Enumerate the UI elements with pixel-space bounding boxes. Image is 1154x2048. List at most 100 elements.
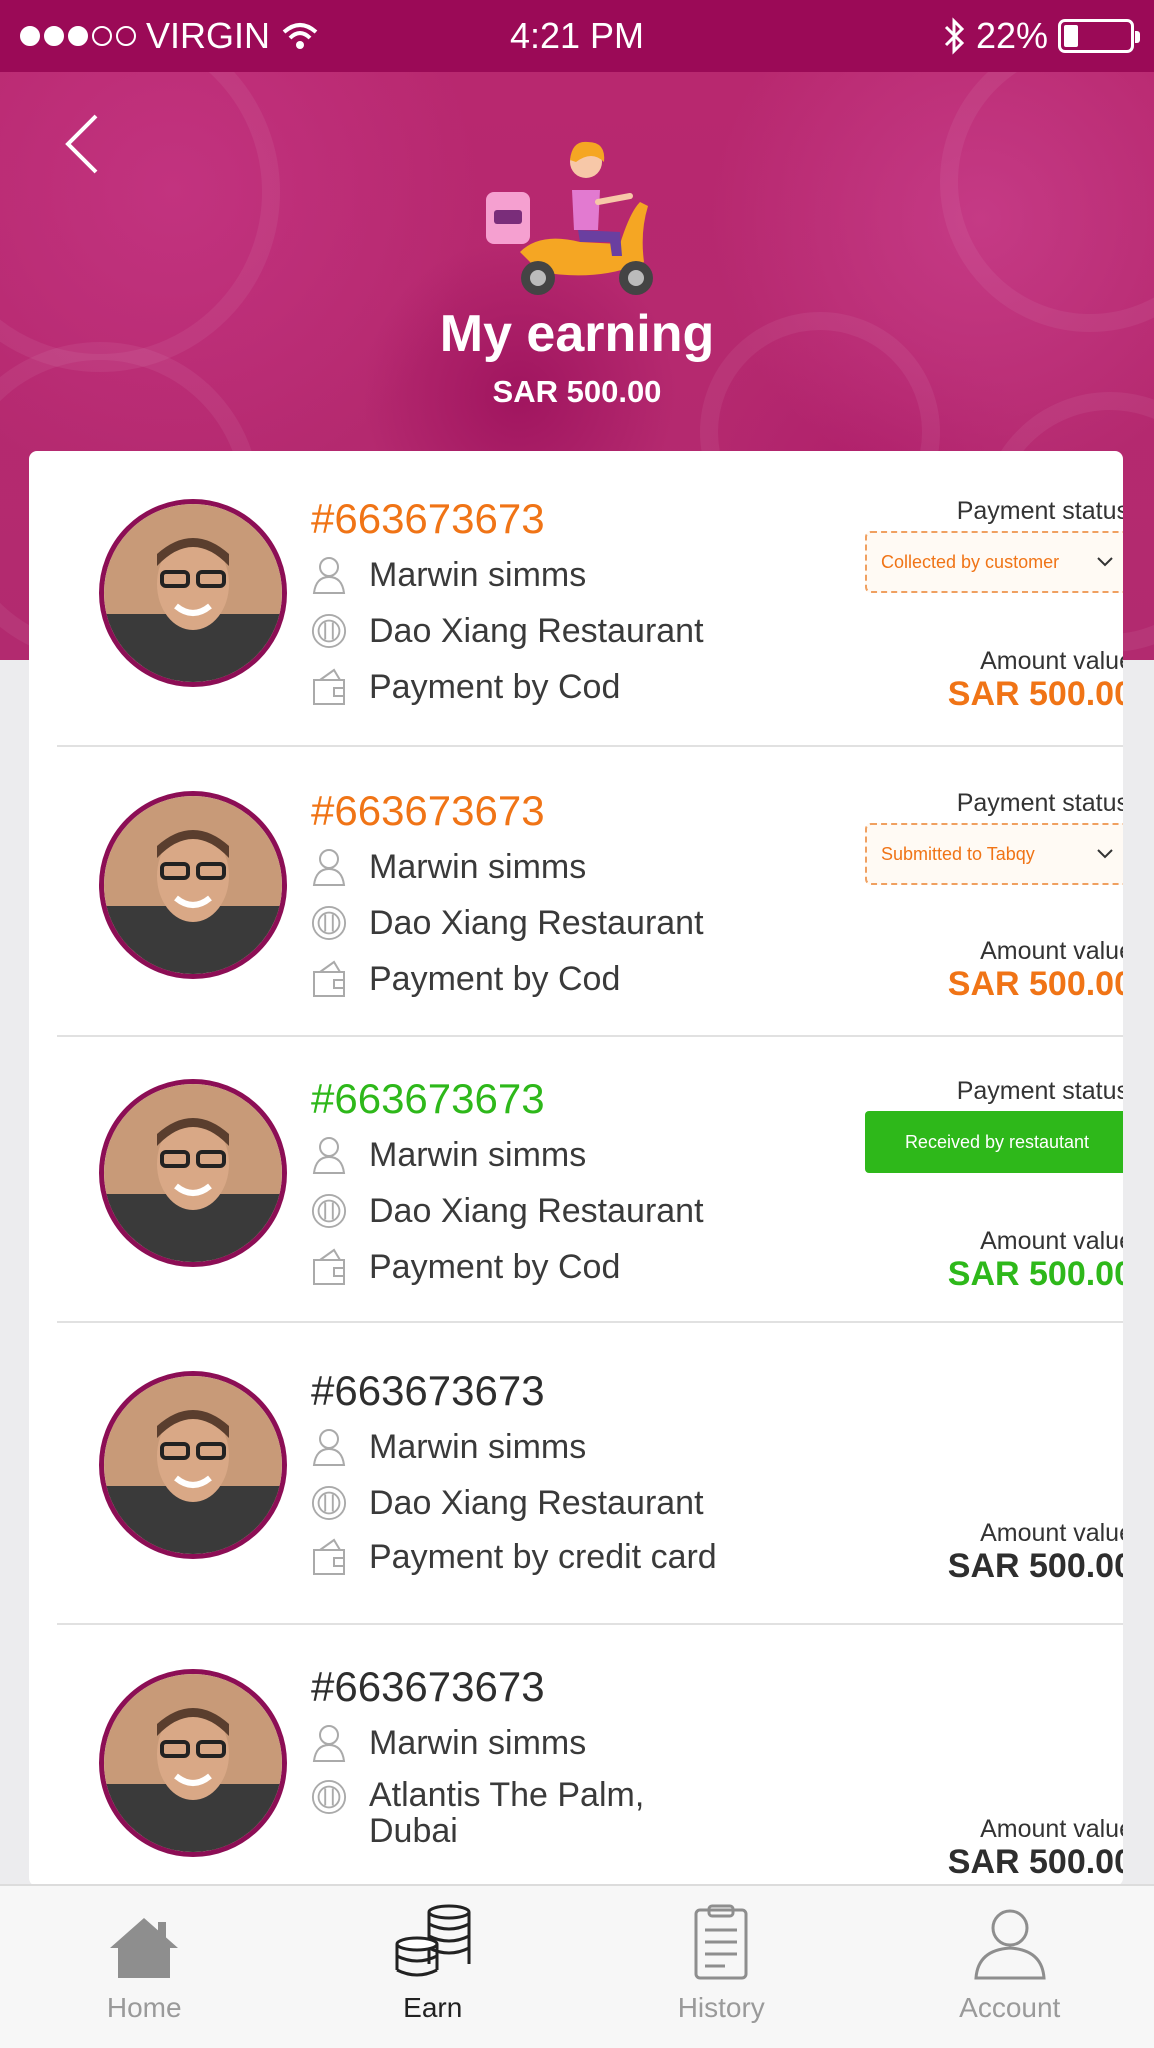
delivery-rider-illustration (486, 141, 653, 295)
chevron-left-icon (65, 114, 98, 174)
restaurant-name: Dao Xiang Restaurant (369, 1483, 704, 1522)
avatar (99, 499, 287, 687)
restaurant-row: Dao Xiang Restaurant (311, 903, 704, 943)
status-time: 4:21 PM (509, 15, 645, 56)
customer-name: Marwin simms (369, 1427, 587, 1466)
home-icon (110, 1918, 179, 1978)
total-earning: SAR 500.00 (492, 374, 662, 409)
payment-status-button[interactable]: Received by restautant (865, 1111, 1123, 1173)
amount-value: SAR 500.00 (947, 1547, 1123, 1585)
amount-value: SAR 500.00 (947, 1843, 1123, 1881)
customer-row: Marwin simms (311, 555, 586, 595)
payment-method: Payment by Cod (369, 959, 621, 998)
nav-history[interactable]: History (577, 1886, 866, 2048)
list-item[interactable]: #663673673 Marwin simms Dao Xiang Restau… (57, 747, 1123, 1037)
bottom-nav: Home Earn History Account (0, 1884, 1154, 2048)
payment-status-value: Collected by customer (881, 551, 1060, 572)
user-icon (974, 1909, 1046, 1980)
status-right: 22% (942, 15, 1140, 57)
restaurant-row: Dao Xiang Restaurant (311, 1191, 704, 1231)
bluetooth-icon (944, 17, 965, 55)
payment-method: Payment by Cod (369, 667, 621, 706)
nav-account-label: Account (959, 1992, 1061, 2023)
amount-value: SAR 500.00 (947, 675, 1123, 713)
payment-method: Payment by Cod (369, 1247, 621, 1286)
restaurant-name: Dao Xiang Restaurant (369, 903, 704, 942)
user-icon (311, 1135, 347, 1175)
earnings-list: #663673673 Marwin simms Dao Xiang Restau… (29, 451, 1123, 1886)
payment-row: Payment by Cod (311, 959, 620, 999)
payment-row: Payment by credit card (311, 1537, 717, 1577)
chevron-down-icon (1097, 557, 1113, 567)
restaurant-icon (311, 1777, 347, 1817)
restaurant-name: Atlantis The Palm, (369, 1776, 645, 1814)
payment-status-label: Payment status (956, 1077, 1123, 1105)
amount-label: Amount value (980, 647, 1123, 675)
restaurant-icon (311, 611, 347, 651)
avatar (99, 791, 287, 979)
list-item[interactable]: #663673673 Marwin simms Dao Xiang Restau… (57, 1323, 1123, 1625)
payment-method: Payment by credit card (369, 1537, 717, 1576)
wallet-icon (311, 667, 347, 707)
carrier-name: VIRGIN (146, 15, 271, 56)
nav-earn[interactable]: Earn (289, 1886, 578, 2048)
status-left: VIRGIN (20, 15, 320, 57)
nav-home[interactable]: Home (0, 1886, 289, 2048)
user-icon (311, 1723, 347, 1763)
wallet-icon (311, 1537, 347, 1577)
avatar (99, 1669, 287, 1857)
avatar (99, 1371, 287, 1559)
wifi-icon (282, 23, 318, 49)
restaurant-city: Dubai (369, 1812, 458, 1850)
nav-account[interactable]: Account (866, 1886, 1154, 2048)
amount-label: Amount value (980, 937, 1123, 965)
user-icon (311, 555, 347, 595)
order-id: #663673673 (311, 495, 545, 542)
payment-row: Payment by Cod (311, 1247, 620, 1287)
restaurant-icon (311, 1191, 347, 1231)
user-icon (311, 1427, 347, 1467)
restaurant-icon (311, 903, 347, 943)
customer-row: Marwin simms (311, 1427, 586, 1467)
list-item[interactable]: #663673673 Marwin simms Dao Xiang Restau… (57, 451, 1123, 747)
battery-percent: 22% (975, 15, 1048, 56)
amount-label: Amount value (980, 1519, 1123, 1547)
customer-name: Marwin simms (369, 555, 587, 594)
avatar (99, 1079, 287, 1267)
restaurant-name: Dao Xiang Restaurant (369, 611, 704, 650)
restaurant-row: Dao Xiang Restaurant (311, 611, 704, 651)
customer-row: Marwin simms (311, 1723, 586, 1763)
payment-status-dropdown[interactable]: Submitted to Tabqy (865, 823, 1123, 885)
user-icon (311, 847, 347, 887)
payment-row: Payment by Cod (311, 667, 620, 707)
restaurant-row: Dao Xiang Restaurant (311, 1483, 704, 1523)
list-item[interactable]: #663673673 Marwin simms Atlantis The Pal… (57, 1625, 1123, 1886)
amount-value: SAR 500.00 (947, 1255, 1123, 1293)
order-id: #663673673 (311, 1075, 545, 1122)
customer-name: Marwin simms (369, 1723, 587, 1762)
restaurant-address: Atlantis The Palm, Dubai (369, 1777, 644, 1849)
order-id: #663673673 (311, 787, 545, 834)
battery-icon (1058, 19, 1140, 53)
clipboard-icon (694, 1904, 748, 1980)
wallet-icon (311, 1247, 347, 1287)
back-button[interactable] (52, 104, 112, 184)
nav-home-label: Home (106, 1992, 182, 2023)
payment-status-dropdown[interactable]: Collected by customer (865, 531, 1123, 593)
nav-history-label: History (677, 1992, 765, 2023)
customer-row: Marwin simms (311, 847, 586, 887)
chevron-down-icon (1097, 849, 1113, 859)
list-item[interactable]: #663673673 Marwin simms Dao Xiang Restau… (57, 1037, 1123, 1323)
customer-row: Marwin simms (311, 1135, 586, 1175)
nav-earn-label: Earn (403, 1992, 463, 2023)
payment-status-label: Payment status (956, 789, 1123, 817)
wallet-icon (311, 959, 347, 999)
customer-name: Marwin simms (369, 847, 587, 886)
status-bar: VIRGIN 4:21 PM 22% (0, 0, 1154, 72)
amount-label: Amount value (980, 1815, 1123, 1843)
restaurant-name: Dao Xiang Restaurant (369, 1191, 704, 1230)
amount-label: Amount value (980, 1227, 1123, 1255)
coins-icon (395, 1904, 471, 1977)
payment-status-value: Submitted to Tabqy (881, 843, 1035, 864)
customer-name: Marwin simms (369, 1135, 587, 1174)
